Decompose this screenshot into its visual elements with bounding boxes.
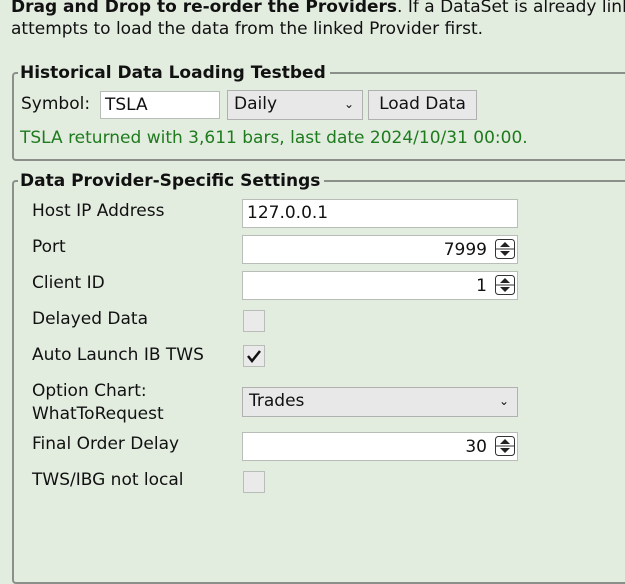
delay-field[interactable]: 30 (242, 432, 518, 461)
chevron-down-icon: ⌄ (498, 394, 509, 408)
spinner-icon[interactable] (495, 275, 515, 295)
port-label: Port (32, 237, 66, 257)
intro-text: Drag and Drop to re-order the Providers.… (11, 0, 625, 40)
notlocal-label: TWS/IBG not local (32, 470, 184, 490)
option-value: Trades (249, 391, 305, 411)
load-status: TSLA returned with 3,611 bars, last date… (20, 128, 528, 148)
checkmark-icon (247, 350, 261, 364)
symbol-label: Symbol: (21, 94, 91, 114)
spinner-icon[interactable] (495, 239, 515, 259)
host-input[interactable]: 127.0.0.1 (242, 199, 518, 228)
host-label: Host IP Address (32, 201, 165, 221)
client-value: 1 (476, 276, 487, 296)
delay-label: Final Order Delay (32, 434, 180, 454)
client-field[interactable]: 1 (242, 271, 518, 300)
settings-title: Data Provider-Specific Settings (18, 170, 325, 192)
delayed-checkbox[interactable] (243, 310, 265, 332)
intro-bold: Drag and Drop to re-order the Providers (11, 0, 398, 17)
interval-select[interactable]: Daily ⌄ (227, 90, 363, 120)
interval-value: Daily (234, 94, 278, 114)
chevron-down-icon: ⌄ (343, 97, 354, 111)
port-field[interactable]: 7999 (242, 235, 518, 264)
delay-value: 30 (465, 437, 487, 457)
spinner-icon[interactable] (495, 436, 515, 456)
autolaunch-checkbox[interactable] (243, 345, 265, 367)
symbol-input[interactable]: TSLA (100, 91, 220, 119)
client-label: Client ID (32, 273, 105, 293)
option-request-select[interactable]: Trades ⌄ (242, 387, 518, 417)
testbed-title: Historical Data Loading Testbed (18, 62, 330, 84)
option-label-line2: WhatToRequest (32, 404, 164, 424)
intro-rest: . If a DataSet is already linked (397, 0, 625, 17)
load-data-button[interactable]: Load Data (368, 90, 477, 120)
intro-line2: attempts to load the data from the linke… (11, 19, 484, 39)
port-value: 7999 (443, 240, 487, 260)
notlocal-checkbox[interactable] (243, 471, 265, 493)
option-label-line1: Option Chart: (32, 381, 147, 401)
delayed-label: Delayed Data (32, 309, 148, 329)
autolaunch-label: Auto Launch IB TWS (32, 345, 204, 365)
